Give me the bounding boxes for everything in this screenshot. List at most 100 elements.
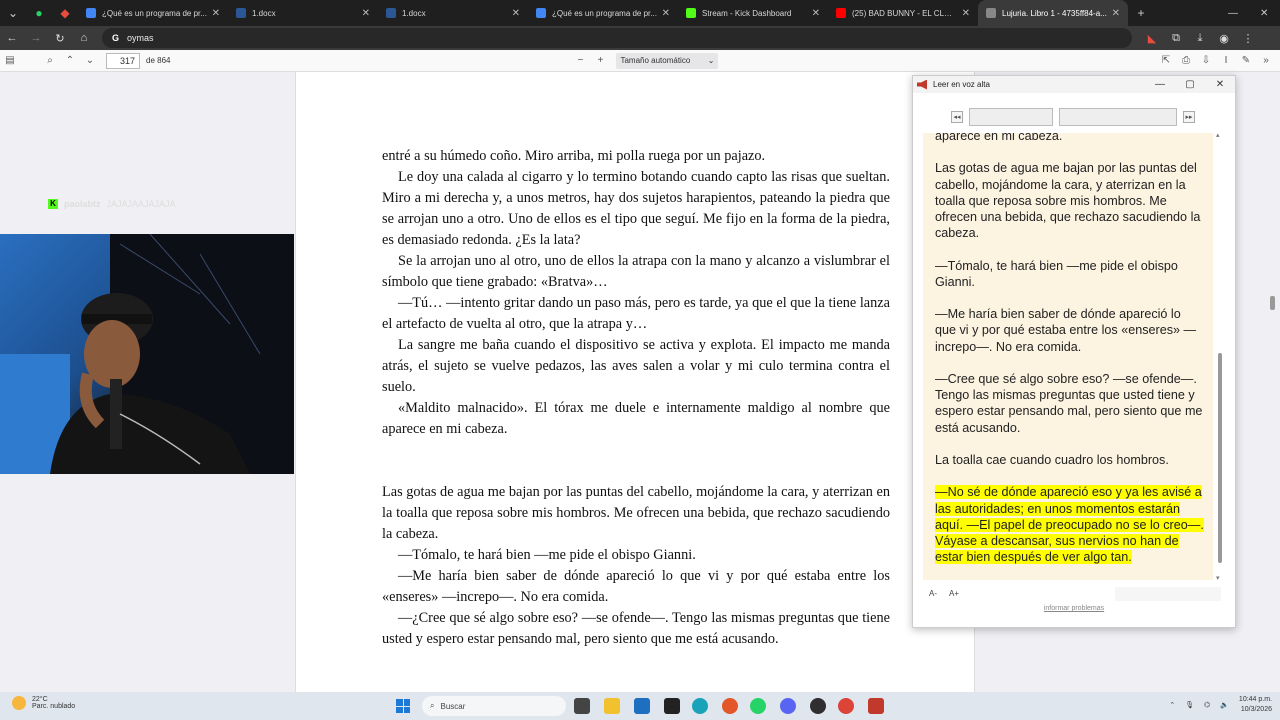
read-aloud-paragraph: La toalla cae cuando cuadro los hombros.	[935, 452, 1169, 467]
open-external-icon[interactable]: ⇱	[1156, 51, 1176, 71]
speaker-icon	[917, 79, 927, 90]
tab-close-icon[interactable]: ✕	[362, 8, 370, 19]
webcam-person-illustration	[0, 234, 294, 474]
firefox-icon[interactable]	[722, 698, 738, 714]
browser-tab[interactable]: ¿Qué es un programa de pr... ✕	[78, 0, 228, 26]
address-text: oymas	[127, 33, 154, 43]
whatsapp-taskbar-icon[interactable]	[750, 698, 766, 714]
streaming-app-icon[interactable]	[868, 698, 884, 714]
stream-chat-overlay: K paolabtz JAJAJAAJAJAJA	[48, 199, 176, 209]
network-icon[interactable]: ⌬	[1204, 701, 1210, 709]
zoom-select[interactable]: Tamaño automático ⌄	[616, 52, 719, 69]
read-aloud-highlighted: —No sé de dónde apareció eso y ya les av…	[935, 484, 1205, 565]
browser-tab-bar: ⌄ ● ◆ ¿Qué es un programa de pr... ✕ 1.doc…	[0, 0, 1280, 26]
more-tools-icon[interactable]: »	[1256, 51, 1276, 71]
read-aloud-titlebar: Leer en voz alta — ▢ ✕	[913, 76, 1235, 93]
next-page-icon[interactable]: ⌄	[80, 51, 100, 71]
report-problems-link[interactable]: informar problemas	[913, 605, 1235, 612]
extensions-puzzle-icon[interactable]: ⧉	[1164, 26, 1188, 50]
taskbar-search[interactable]: ⌕ Buscar	[422, 696, 566, 716]
discord-icon[interactable]	[780, 698, 796, 714]
browser-tab[interactable]: ¿Qué es un programa de pr... ✕	[528, 0, 678, 26]
rewind-icon[interactable]: ◂◂	[951, 111, 963, 123]
font-larger-button[interactable]: A+	[949, 589, 959, 598]
tab-title: Lujuria. Libro 1 - 4735ff84-a...	[1002, 8, 1107, 18]
play-pause-button[interactable]	[969, 108, 1053, 126]
page-paragraph: «Maldito malnacido». El tórax me duele e…	[382, 400, 890, 437]
whatsapp-icon[interactable]: ●	[26, 0, 52, 26]
tab-close-icon[interactable]: ✕	[212, 8, 220, 19]
browser-tab[interactable]: 1.docx ✕	[378, 0, 528, 26]
print-icon[interactable]: ⎙	[1176, 51, 1196, 71]
maximize-icon[interactable]: ▢	[1175, 79, 1205, 90]
kick-icon[interactable]: ◆	[52, 0, 78, 26]
obs-icon[interactable]	[810, 698, 826, 714]
store-icon[interactable]	[634, 698, 650, 714]
address-input[interactable]: G oymas	[102, 28, 1132, 48]
task-view-icon[interactable]	[574, 698, 590, 714]
weather-widget[interactable]: 22°C Parc. nublado	[12, 696, 75, 710]
read-aloud-text: aparece en mi cabeza. Las gotas de agua m…	[923, 133, 1213, 580]
file-explorer-icon[interactable]	[604, 698, 620, 714]
extension-icon[interactable]: ◣	[1140, 26, 1164, 50]
find-icon[interactable]: ⌕	[40, 51, 60, 71]
close-icon[interactable]: ✕	[1205, 79, 1235, 90]
tab-favicon	[386, 8, 396, 18]
read-aloud-paragraph: Las gotas de agua me bajan por las punta…	[935, 161, 1201, 241]
reload-icon[interactable]: ↻	[48, 26, 72, 50]
browser-tab[interactable]: Stream - Kick Dashboard ✕	[678, 0, 828, 26]
download-icon[interactable]: ⤓	[1188, 26, 1212, 50]
scroll-thumb[interactable]	[1218, 353, 1222, 563]
stop-button[interactable]	[1059, 108, 1177, 126]
browser-tab[interactable]: Lujuria. Libro 1 - 4735ff84-a... ✕	[978, 0, 1128, 26]
page-scrollbar[interactable]	[1270, 296, 1275, 310]
tray-overflow-icon[interactable]: ⌃	[1169, 701, 1175, 709]
page-text-section-1: entré a su húmedo coño. Miro arriba, mi …	[382, 146, 890, 440]
tab-close-icon[interactable]: ✕	[1112, 8, 1120, 19]
close-window-icon[interactable]: ✕	[1260, 8, 1276, 19]
tab-favicon	[236, 8, 246, 18]
minimize-icon[interactable]: —	[1145, 79, 1175, 90]
tab-close-icon[interactable]: ✕	[662, 8, 670, 19]
read-aloud-scrollbar[interactable]: ▴ ▾	[1216, 131, 1224, 582]
temperature: 22°C	[32, 696, 48, 703]
browser-tab[interactable]: (25) BAD BUNNY - EL CLÚB |... ✕	[828, 0, 978, 26]
edge-icon[interactable]	[692, 698, 708, 714]
volume-icon[interactable]: 🔈	[1220, 701, 1229, 709]
page-paragraph: —Tómalo, te hará bien —me pide el obispo…	[398, 547, 696, 563]
tab-favicon	[686, 8, 696, 18]
chrome-icon[interactable]	[838, 698, 854, 714]
page-number-input[interactable]: 317	[106, 52, 140, 69]
tab-favicon	[86, 8, 96, 18]
sidebar-toggle-icon[interactable]: ▤	[0, 51, 20, 71]
draw-icon[interactable]: ✎	[1236, 51, 1256, 71]
google-icon: G	[112, 33, 120, 43]
page-text-section-2: Las gotas de agua me bajan por las punta…	[382, 482, 890, 650]
zoom-in-icon[interactable]: +	[590, 51, 610, 71]
menu-icon[interactable]: ⋮	[1236, 26, 1260, 50]
font-smaller-button[interactable]: A-	[929, 589, 937, 598]
new-tab-icon[interactable]: +	[1128, 0, 1154, 26]
microphone-icon[interactable]: 🎙	[1185, 701, 1194, 709]
forward-icon[interactable]: →	[24, 26, 48, 50]
tab-close-icon[interactable]: ✕	[512, 8, 520, 19]
tab-close-icon[interactable]: ✕	[962, 8, 970, 19]
scroll-up-icon[interactable]: ▴	[1216, 131, 1220, 139]
minimize-icon[interactable]: —	[1228, 8, 1244, 19]
save-icon[interactable]: ⇩	[1196, 51, 1216, 71]
clock[interactable]: 10:44 p.m. 10/3/2026	[1239, 695, 1272, 715]
tab-close-icon[interactable]: ✕	[812, 8, 820, 19]
capcut-icon[interactable]	[664, 698, 680, 714]
back-icon[interactable]: ←	[0, 26, 24, 50]
previous-page-icon[interactable]: ⌃	[60, 51, 80, 71]
windows-start-icon[interactable]	[396, 699, 410, 713]
tab-title: 1.docx	[252, 8, 276, 18]
forward-icon[interactable]: ▸▸	[1183, 111, 1195, 123]
text-select-icon[interactable]: I	[1216, 51, 1236, 71]
profile-avatar[interactable]: ◉	[1212, 26, 1236, 50]
time: 10:44 p.m.	[1238, 696, 1272, 703]
tab-search-icon[interactable]: ⌄	[0, 0, 26, 26]
home-icon[interactable]: ⌂	[72, 26, 96, 50]
zoom-out-icon[interactable]: −	[570, 51, 590, 71]
browser-tab[interactable]: 1.docx ✕	[228, 0, 378, 26]
